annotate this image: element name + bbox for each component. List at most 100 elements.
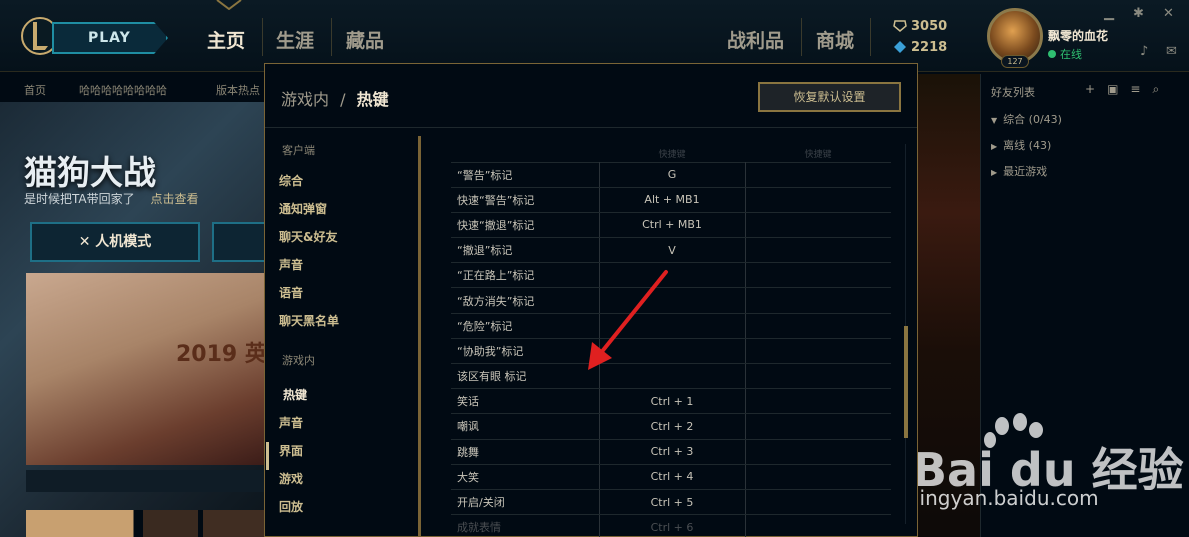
add-folder-icon[interactable]: ▣ bbox=[1107, 82, 1130, 96]
subnav-event[interactable]: 哈哈哈哈哈哈哈哈 bbox=[79, 82, 167, 98]
add-friend-icon[interactable]: + bbox=[1085, 82, 1107, 96]
hotkey-secondary-binding[interactable] bbox=[745, 262, 891, 289]
hotkey-primary-binding[interactable]: Ctrl + 4 bbox=[599, 463, 746, 490]
hotkey-secondary-binding[interactable] bbox=[745, 488, 891, 516]
hotkey-secondary-binding[interactable] bbox=[745, 237, 891, 264]
summoner-name[interactable]: 飘零的血花 bbox=[1048, 27, 1108, 44]
blue-essence-balance[interactable]: 2218 bbox=[893, 40, 947, 55]
hotkey-primary-binding[interactable]: G bbox=[599, 161, 746, 188]
notification-bell-icon[interactable]: ♪ bbox=[1140, 44, 1148, 59]
hotkey-secondary-binding[interactable] bbox=[745, 337, 891, 365]
secondary-mode-button[interactable] bbox=[212, 222, 265, 262]
hotkey-primary-binding[interactable]: Ctrl + 3 bbox=[599, 438, 746, 465]
rp-balance[interactable]: 3050 bbox=[893, 19, 947, 34]
sidebar-item-voice[interactable]: 语音 bbox=[279, 284, 303, 301]
friend-group-offline[interactable]: ▶ 离线 (43) bbox=[991, 137, 1051, 153]
table-row[interactable]: “正在路上”标记 bbox=[451, 262, 891, 289]
restore-defaults-button[interactable]: 恢复默认设置 bbox=[758, 82, 901, 112]
sidebar-item-chat-friends[interactable]: 聊天&好友 bbox=[279, 228, 337, 245]
friend-group-general[interactable]: ▼ 综合 (0/43) bbox=[991, 111, 1062, 127]
nav-tab-loot[interactable]: 战利品 bbox=[727, 26, 784, 53]
table-row[interactable]: 大笑 Ctrl + 4 bbox=[451, 463, 891, 490]
list-view-icon[interactable]: ≡ bbox=[1130, 82, 1152, 96]
event-link[interactable]: 点击查看 bbox=[150, 192, 198, 206]
nav-tab-store[interactable]: 商城 bbox=[816, 26, 854, 53]
table-row[interactable]: 嘲讽 Ctrl + 2 bbox=[451, 413, 891, 440]
hotkey-primary-binding[interactable] bbox=[599, 312, 746, 339]
online-status[interactable]: 在线 bbox=[1048, 46, 1082, 62]
hotkey-secondary-binding[interactable] bbox=[745, 463, 891, 490]
play-button[interactable]: PLAY bbox=[52, 22, 168, 54]
hotkey-primary-binding[interactable]: Ctrl + 2 bbox=[599, 413, 746, 440]
hotkey-primary-binding[interactable]: Alt + MB1 bbox=[599, 186, 746, 213]
table-row[interactable]: 快速“撤退”标记 Ctrl + MB1 bbox=[451, 211, 891, 239]
table-row[interactable]: 该区有眼 标记 bbox=[451, 362, 891, 390]
hotkey-secondary-binding[interactable] bbox=[745, 287, 891, 314]
nav-tab-home[interactable]: 主页 bbox=[207, 26, 245, 53]
hotkey-primary-binding[interactable]: Ctrl + 6 bbox=[599, 514, 746, 537]
hotkey-secondary-binding[interactable] bbox=[745, 211, 891, 239]
table-row[interactable]: 快速“警告”标记 Alt + MB1 bbox=[451, 186, 891, 213]
hotkey-secondary-binding[interactable] bbox=[745, 362, 891, 390]
hotkey-secondary-binding[interactable] bbox=[745, 186, 891, 213]
friend-group-recent[interactable]: ▶ 最近游戏 bbox=[991, 163, 1047, 179]
settings-gear-icon[interactable]: ✱ bbox=[1133, 6, 1144, 21]
nav-divider bbox=[331, 18, 332, 56]
table-row[interactable]: 成就表情 Ctrl + 6 bbox=[451, 514, 891, 537]
hotkey-secondary-binding[interactable] bbox=[745, 161, 891, 188]
table-row[interactable]: “警告”标记 G bbox=[451, 161, 891, 188]
table-row[interactable]: “敌方消失”标记 bbox=[451, 287, 891, 314]
nav-tab-collection[interactable]: 藏品 bbox=[346, 26, 384, 53]
sidebar-item-general[interactable]: 综合 bbox=[279, 172, 303, 189]
hotkey-action: 成就表情 bbox=[451, 514, 600, 537]
event-title: 猫狗大战 bbox=[24, 153, 156, 192]
hotkey-secondary-binding[interactable] bbox=[745, 413, 891, 440]
sidebar-item-game[interactable]: 游戏 bbox=[279, 470, 303, 487]
coop-vs-ai-button[interactable]: ✕ 人机模式 bbox=[30, 222, 200, 262]
hotkey-primary-binding[interactable] bbox=[599, 287, 746, 314]
search-icon[interactable]: ⌕ bbox=[1152, 82, 1171, 96]
home-subnav: 首页 哈哈哈哈哈哈哈哈 版本热点 bbox=[0, 74, 265, 102]
caret-down-icon: ▼ bbox=[991, 116, 998, 125]
subnav-patch[interactable]: 版本热点 bbox=[216, 82, 260, 98]
sidebar-scrollbar[interactable] bbox=[418, 136, 421, 536]
sidebar-item-replays[interactable]: 回放 bbox=[279, 498, 303, 515]
hotkey-secondary-binding[interactable] bbox=[745, 514, 891, 537]
table-row[interactable]: “危险”标记 bbox=[451, 312, 891, 339]
subnav-home[interactable]: 首页 bbox=[24, 82, 46, 98]
settings-dialog: 游戏内 / 热键 恢复默认设置 客户端 综合 通知弹窗 聊天&好友 声音 语音 … bbox=[264, 63, 918, 537]
minimize-icon[interactable]: ▁ bbox=[1104, 6, 1114, 21]
hotkey-primary-binding[interactable]: V bbox=[599, 237, 746, 264]
sidebar-item-interface[interactable]: 界面 bbox=[279, 442, 303, 459]
hotkey-list: 快捷键 快捷键 “警告”标记 G 快速“警告”标记 Alt + MB1 快速“撤退”标记… bbox=[451, 146, 891, 537]
hotkey-secondary-binding[interactable] bbox=[745, 438, 891, 465]
sidebar-item-game-sound[interactable]: 声音 bbox=[279, 414, 303, 431]
friends-list-title: 好友列表 bbox=[991, 86, 1035, 99]
hotkey-primary-binding[interactable] bbox=[599, 337, 746, 365]
table-row[interactable]: 开启/关闭 Ctrl + 5 bbox=[451, 488, 891, 516]
hotkey-action: “正在路上”标记 bbox=[451, 262, 600, 289]
hotkey-primary-binding[interactable]: Ctrl + MB1 bbox=[599, 211, 746, 239]
sidebar-item-sound[interactable]: 声音 bbox=[279, 256, 303, 273]
mail-icon[interactable]: ✉ bbox=[1166, 44, 1177, 59]
close-icon[interactable]: ✕ bbox=[1163, 6, 1174, 21]
hotkey-primary-binding[interactable]: Ctrl + 1 bbox=[599, 388, 746, 415]
thumbnail-row[interactable] bbox=[26, 510, 265, 537]
nav-tab-profile[interactable]: 生涯 bbox=[276, 26, 314, 53]
content-scrollbar[interactable] bbox=[904, 326, 908, 438]
sidebar-item-notifications[interactable]: 通知弹窗 bbox=[279, 200, 327, 217]
hotkey-secondary-binding[interactable] bbox=[745, 312, 891, 339]
nav-divider bbox=[870, 18, 871, 56]
table-row[interactable]: 跳舞 Ctrl + 3 bbox=[451, 438, 891, 465]
hotkey-primary-binding[interactable] bbox=[599, 362, 746, 390]
sidebar-item-hotkeys[interactable]: 热键 bbox=[283, 386, 307, 403]
hotkey-primary-binding[interactable] bbox=[599, 262, 746, 289]
table-row[interactable]: 笑话 Ctrl + 1 bbox=[451, 388, 891, 415]
esports-promo-image[interactable] bbox=[26, 273, 265, 465]
hotkey-primary-binding[interactable]: Ctrl + 5 bbox=[599, 488, 746, 516]
hotkey-secondary-binding[interactable] bbox=[745, 388, 891, 415]
sidebar-item-block-list[interactable]: 聊天黑名单 bbox=[279, 312, 339, 329]
table-row[interactable]: “撤退”标记 V bbox=[451, 237, 891, 264]
table-row[interactable]: “协助我”标记 bbox=[451, 337, 891, 365]
column-header-secondary: 快捷键 bbox=[804, 150, 832, 161]
